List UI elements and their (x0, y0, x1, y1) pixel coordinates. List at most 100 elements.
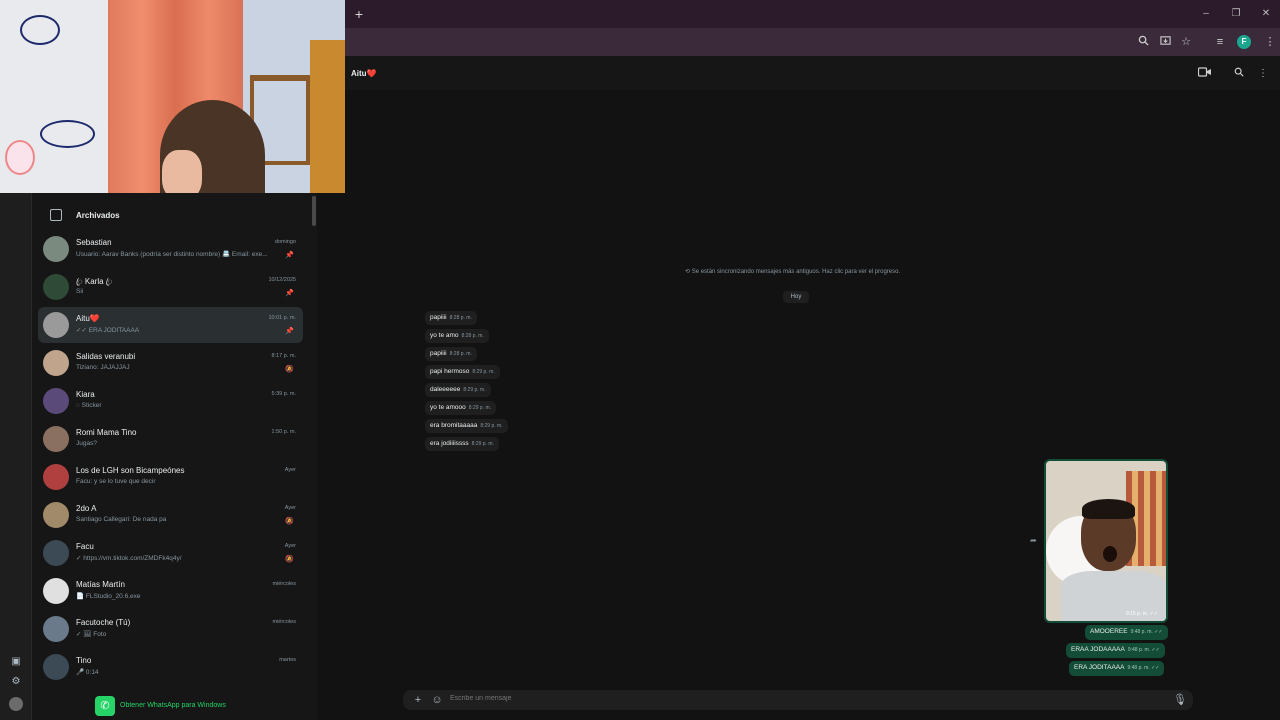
chat-name: Los de LGH son Bicampeónes (76, 466, 185, 475)
chat-item-los-de-lgh[interactable]: Los de LGH son Bicampeónes Facu: y se lo… (38, 459, 303, 495)
emoji-icon[interactable]: ☺ (430, 693, 444, 707)
outgoing-message[interactable]: ERAA JODAAAAA 9:48 p. m. ✓✓ (1066, 643, 1165, 658)
chat-item-kiara[interactable]: Kiara ◌ Sticker 5:39 p. m. (38, 383, 303, 419)
forward-icon[interactable]: ➦ (1030, 536, 1037, 545)
muted-icon: 🔕 (285, 366, 294, 373)
photo-timestamp: 9:15 p. m. ✓✓ (1125, 611, 1158, 617)
chat-list-scrollbar[interactable] (312, 196, 316, 226)
avatar (43, 236, 69, 262)
chat-time: 8:17 p. m. (271, 353, 296, 359)
chat-preview: Santiago Callegari: De nada pa (76, 516, 167, 523)
archived-row[interactable]: Archivados (32, 203, 317, 228)
webcam-door (310, 40, 345, 193)
chat-preview: ✓ 🖼 Foto (76, 631, 107, 638)
chat-name: Kiara (76, 390, 95, 399)
new-tab-button[interactable]: + (351, 6, 367, 22)
chat-time: martes (279, 657, 296, 663)
chat-name: 2do A (76, 504, 97, 513)
profile-avatar[interactable]: F (1237, 35, 1251, 49)
chat-item-sebastian[interactable]: Sebastian Usuario: Aarav Banks (podría s… (38, 231, 303, 267)
sidebar: ▣ ⚙ Archivados Sebastian Usuario: Aarav … (0, 193, 317, 720)
chat-preview: 📄 FLStudio_20.6.exe (76, 593, 141, 600)
incoming-message[interactable]: daleeeeee 8:29 p. m. (425, 383, 491, 397)
chat-item-facu[interactable]: Facu ✓ https://vm.tiktok.com/ZMDFk4q4y/ … (38, 535, 303, 571)
get-windows-label: Obtener WhatsApp para Windows (120, 702, 226, 709)
chat-item-tino[interactable]: Tino 🎤 0:14 martes (38, 649, 303, 685)
chat-preview: Tiziano: JAJAJJAJ (76, 364, 130, 371)
sync-notice[interactable]: ⟲ Se están sincronizando mensajes más an… (685, 268, 945, 275)
chat-preview: 🎤 0:14 (76, 669, 99, 676)
chat-name: Sebastian (76, 238, 112, 247)
message-composer: + ☺ 🎙 (403, 690, 1193, 710)
incoming-message[interactable]: yo te amo 8:28 p. m. (425, 329, 489, 343)
chat-name: Matías Martín (76, 580, 125, 589)
incoming-message[interactable]: era bromitaaaaa 8:29 p. m. (425, 419, 508, 433)
close-window-button[interactable]: ✕ (1259, 7, 1273, 21)
search-icon[interactable] (1232, 67, 1246, 81)
chat-time: Ayer (284, 543, 296, 549)
media-icon[interactable]: ▣ (9, 655, 23, 669)
whatsapp-logo-icon: ✆ (95, 696, 115, 716)
chat-item-facutoche[interactable]: Facutoche (Tú) ✓ 🖼 Foto miércoles (38, 611, 303, 647)
chat-preview: Sii (76, 288, 84, 295)
webcam-overlay (0, 0, 345, 193)
microphone-icon[interactable]: 🎙 (1173, 693, 1187, 707)
chat-name: Facu (76, 542, 94, 551)
chat-list: Archivados Sebastian Usuario: Aarav Bank… (32, 193, 317, 720)
incoming-message[interactable]: yo te amooo 8:29 p. m. (425, 401, 497, 415)
default-avatar-icon (43, 654, 69, 680)
minimize-button[interactable]: – (1199, 7, 1213, 21)
archived-label: Archivados (76, 211, 120, 220)
pin-icon: 📌 (285, 252, 294, 259)
chat-time: 10/12/2025 (268, 277, 296, 283)
incoming-message[interactable]: papiiii 8:28 p. m. (425, 347, 477, 361)
outgoing-message[interactable]: ERA JODITAAAA 9:48 p. m. ✓✓ (1069, 661, 1165, 676)
chat-item-karla[interactable]: ꦿ Karla ꦿ Sii 10/12/2025 📌 (38, 269, 303, 305)
chat-item-matias-martin[interactable]: Matías Martín 📄 FLStudio_20.6.exe miérco… (38, 573, 303, 609)
install-app-icon[interactable] (1158, 35, 1172, 49)
chat-menu-icon[interactable]: ⋮ (1256, 67, 1270, 81)
video-call-icon[interactable] (1197, 67, 1212, 81)
pin-icon: 📌 (285, 290, 294, 297)
address-bar[interactable] (345, 31, 1120, 53)
chat-item-2do-a[interactable]: 2do A Santiago Callegari: De nada pa Aye… (38, 497, 303, 533)
avatar (43, 616, 69, 642)
avatar (43, 312, 69, 338)
user-avatar[interactable] (9, 697, 23, 711)
muted-icon: 🔕 (285, 518, 294, 525)
incoming-message[interactable]: papi hermoso 8:29 p. m. (425, 365, 500, 379)
chat-time: miércoles (272, 619, 296, 625)
bookmark-star-icon[interactable]: ☆ (1179, 35, 1193, 49)
chat-time: miércoles (272, 581, 296, 587)
chat-header[interactable]: Aitu❤️ ⋮ (345, 56, 1280, 90)
outgoing-photo-message[interactable]: 9:15 p. m. ✓✓ (1044, 459, 1168, 623)
zoom-icon[interactable] (1136, 35, 1150, 49)
chat-item-salidas-veranubi[interactable]: Salidas veranubi Tiziano: JAJAJJAJ 8:17 … (38, 345, 303, 381)
incoming-message[interactable]: era jodiiiissss 8:29 p. m. (425, 437, 499, 451)
contact-name[interactable]: Aitu❤️ (351, 69, 377, 78)
browser-toolbar: ☆ ≡ F ⋮ (345, 28, 1280, 56)
attach-plus-icon[interactable]: + (411, 693, 425, 707)
chat-item-aitu[interactable]: Aitu❤️ ✓✓ ERA JODITAAAA 10:01 p. m. 📌 (38, 307, 303, 343)
archive-icon (50, 209, 62, 221)
chat-time: Ayer (284, 467, 296, 473)
chat-preview: ✓ https://vm.tiktok.com/ZMDFk4q4y/ (76, 555, 182, 562)
chat-preview: Jugas? (76, 440, 97, 447)
media-control-icon[interactable]: ≡ (1213, 35, 1227, 49)
message-input[interactable] (450, 695, 1050, 702)
photo-thumbnail[interactable]: 9:15 p. m. ✓✓ (1046, 461, 1166, 621)
chat-item-romi-mama-tino[interactable]: Romi Mama Tino Jugas? 1:50 p. m. (38, 421, 303, 457)
chat-preview: Facu: y se lo tuve que decir (76, 478, 156, 485)
incoming-message[interactable]: papiiii 8:28 p. m. (425, 311, 477, 325)
settings-gear-icon[interactable]: ⚙ (9, 675, 23, 689)
maximize-button[interactable]: ❐ (1229, 7, 1243, 21)
chat-name: Salidas veranubi (76, 352, 136, 361)
browser-menu-icon[interactable]: ⋮ (1263, 35, 1277, 49)
avatar (43, 502, 69, 528)
outgoing-message[interactable]: AMOOEREE 9:48 p. m. ✓✓ (1085, 625, 1168, 640)
avatar (43, 426, 69, 452)
chat-name: Romi Mama Tino (76, 428, 137, 437)
chat-name: Facutoche (Tú) (76, 618, 131, 627)
chat-preview: ✓✓ ERA JODITAAAA (76, 327, 140, 334)
chat-time: 5:39 p. m. (271, 391, 296, 397)
